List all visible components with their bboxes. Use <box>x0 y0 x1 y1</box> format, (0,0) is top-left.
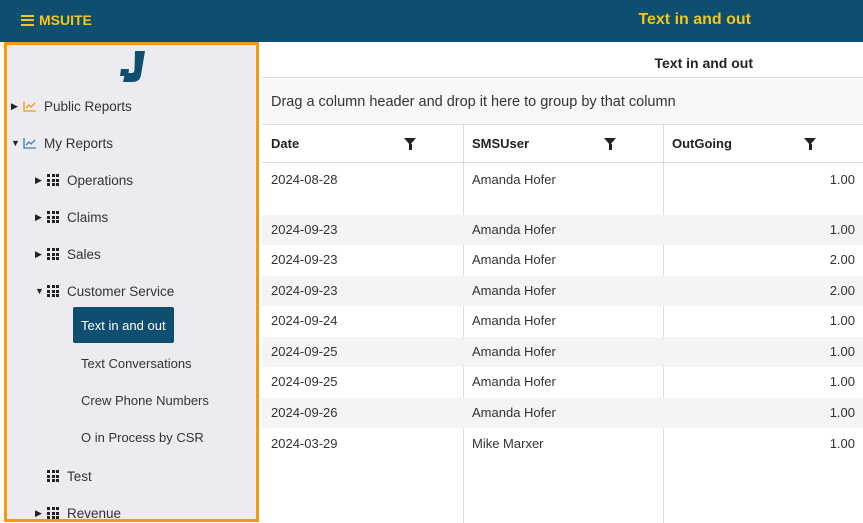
date-cell: 2024-09-26 <box>271 405 338 420</box>
outgoing-cell: 1.00 <box>829 344 855 359</box>
filter-icon[interactable] <box>604 138 616 150</box>
caret-down-icon: ▼ <box>35 286 44 296</box>
table-row[interactable]: 2024-09-23 Amanda Hofer 2.00 <box>262 245 863 276</box>
table-row[interactable]: 2024-09-23 Amanda Hofer 2.00 <box>262 276 863 306</box>
outgoing-cell: 1.00 <box>829 405 855 420</box>
date-cell: 2024-09-23 <box>271 283 338 298</box>
sidebar-item-label: Revenue <box>67 505 122 521</box>
company-logo <box>120 51 145 82</box>
grid-icon <box>47 211 60 223</box>
table-row[interactable]: 2024-08-28 Amanda Hofer 1.00 <box>262 165 863 215</box>
sidebar-item-public-reports[interactable]: ▶ Public Reports <box>11 95 132 117</box>
line-chart-icon <box>23 101 36 112</box>
outgoing-cell: 2.00 <box>829 283 855 298</box>
caret-right-icon: ▶ <box>35 211 42 222</box>
table-row[interactable]: 2024-09-23 Amanda Hofer 1.00 <box>262 215 863 245</box>
grid-header: Date SMSUser OutGoing <box>262 125 863 163</box>
date-cell: 2024-09-25 <box>271 344 338 359</box>
sidebar-item-label: Sales <box>67 246 101 262</box>
date-cell: 2024-03-29 <box>271 436 338 451</box>
group-drop-area[interactable]: Drag a column header and drop it here to… <box>262 79 863 125</box>
sidebar-item-operations[interactable]: ▶ Operations <box>35 169 133 191</box>
smsuser-cell: Amanda Hofer <box>472 252 556 267</box>
report-title: Text in and out <box>262 42 863 78</box>
caret-down-icon: ▼ <box>11 138 20 148</box>
date-cell: 2024-09-23 <box>271 222 338 237</box>
sidebar-item-label: Customer Service <box>67 283 175 299</box>
filter-icon[interactable] <box>804 138 816 150</box>
grid-icon <box>47 248 60 260</box>
grid-icon <box>47 470 60 482</box>
sidebar-item-claims[interactable]: ▶ Claims <box>35 206 108 228</box>
date-cell: 2024-08-28 <box>271 172 338 187</box>
line-chart-icon <box>23 138 36 149</box>
grid-icon <box>47 285 60 297</box>
sidebar-item-sales[interactable]: ▶ Sales <box>35 243 101 265</box>
smsuser-cell: Amanda Hofer <box>472 344 556 359</box>
date-cell: 2024-09-25 <box>271 374 338 389</box>
outgoing-cell: 1.00 <box>829 374 855 389</box>
date-cell: 2024-09-23 <box>271 252 338 267</box>
sidebar-item-label: Public Reports <box>44 98 132 114</box>
table-row[interactable]: 2024-09-25 Amanda Hofer 1.00 <box>262 337 863 367</box>
sidebar-item-crew-phone-numbers[interactable]: Crew Phone Numbers <box>73 382 217 418</box>
caret-right-icon: ▶ <box>35 248 42 259</box>
sidebar-item-customer-service[interactable]: ▼ Customer Service <box>35 280 174 302</box>
smsuser-cell: Mike Marxer <box>472 436 544 451</box>
sidebar-item-text-conversations[interactable]: Text Conversations <box>73 345 200 381</box>
column-header-smsuser[interactable]: SMSUser <box>463 125 663 163</box>
table-row[interactable]: 2024-09-25 Amanda Hofer 1.00 <box>262 367 863 398</box>
outgoing-cell: 2.00 <box>829 252 855 267</box>
column-header-date[interactable]: Date <box>262 125 463 163</box>
grid-icon <box>47 174 60 186</box>
filter-icon[interactable] <box>404 138 416 150</box>
column-header-outgoing[interactable]: OutGoing <box>663 125 863 163</box>
sidebar-item-test[interactable]: Test <box>47 465 92 487</box>
date-cell: 2024-09-24 <box>271 313 338 328</box>
outgoing-cell: 1.00 <box>829 222 855 237</box>
caret-right-icon: ▶ <box>35 174 42 185</box>
smsuser-cell: Amanda Hofer <box>472 222 556 237</box>
outgoing-cell: 1.00 <box>829 172 855 187</box>
smsuser-cell: Amanda Hofer <box>472 405 556 420</box>
top-bar: MSUITE Text in and out <box>0 0 863 42</box>
sidebar-item-my-reports[interactable]: ▼ My Reports <box>11 132 113 154</box>
sidebar-item-revenue[interactable]: ▶ Revenue <box>35 502 122 521</box>
sidebar-item-label: Test <box>67 468 92 484</box>
table-row[interactable]: 2024-03-29 Mike Marxer 1.00 <box>262 429 863 460</box>
sidebar-item-label: My Reports <box>44 135 114 151</box>
page-title: Text in and out <box>638 11 751 28</box>
sidebar-item-label: Claims <box>67 209 109 225</box>
sidebar-item-label: Operations <box>67 172 134 188</box>
sidebar: ▶ Public Reports ▼ My Reports ▶ Operatio… <box>4 42 259 522</box>
smsuser-cell: Amanda Hofer <box>472 283 556 298</box>
caret-right-icon: ▶ <box>35 507 42 518</box>
outgoing-cell: 1.00 <box>829 436 855 451</box>
smsuser-cell: Amanda Hofer <box>472 313 556 328</box>
outgoing-cell: 1.00 <box>829 313 855 328</box>
grid-icon <box>47 507 60 519</box>
report-panel: Text in and out Drag a column header and… <box>262 42 863 523</box>
sidebar-item-text-in-and-out[interactable]: Text in and out <box>73 307 174 343</box>
table-row[interactable]: 2024-09-26 Amanda Hofer 1.00 <box>262 398 863 428</box>
sidebar-item-o-in-process-by-csr[interactable]: O in Process by CSR <box>73 419 212 455</box>
caret-right-icon: ▶ <box>11 100 18 111</box>
table-row[interactable]: 2024-09-24 Amanda Hofer 1.00 <box>262 306 863 337</box>
smsuser-cell: Amanda Hofer <box>472 374 556 389</box>
smsuser-cell: Amanda Hofer <box>472 172 556 187</box>
